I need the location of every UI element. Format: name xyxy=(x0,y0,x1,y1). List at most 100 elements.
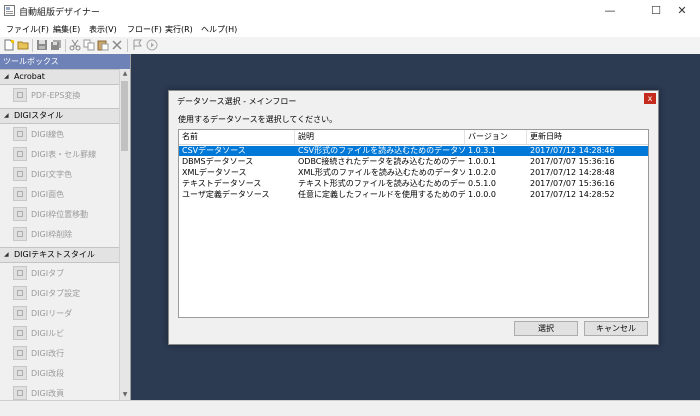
window-title: 自動組版デザイナー xyxy=(19,8,100,18)
select-button[interactable]: 選択 xyxy=(514,321,578,336)
title-bar: 自動組版デザイナー — ☐ ✕ xyxy=(0,0,700,22)
tool-digi-frame-delete[interactable]: DIGI枠削除 xyxy=(0,225,119,243)
tool-digi-leader[interactable]: DIGIリーダ xyxy=(0,304,119,322)
run-icon[interactable] xyxy=(146,39,158,51)
tool-digi-ruby[interactable]: DIGIルビ xyxy=(0,324,119,342)
cell-name: XMLデータソース xyxy=(182,168,247,177)
tool-digi-column-break[interactable]: DIGI改段 xyxy=(0,364,119,382)
scroll-up-arrow-icon[interactable]: ▲ xyxy=(121,70,129,78)
cell-version: 1.0.3.1 xyxy=(468,146,496,155)
status-bar xyxy=(0,400,700,416)
tool-label: DIGIタブ xyxy=(31,269,65,278)
app-icon xyxy=(4,5,15,16)
list-row-text[interactable]: テキストデータソース テキスト形式のファイルを読み込むためのデータ... 0.5… xyxy=(179,179,648,189)
column-header-description[interactable]: 説明 xyxy=(295,130,465,144)
tool-icon xyxy=(13,346,27,360)
toolbox-scrollbar[interactable]: ▲ ▼ xyxy=(119,69,130,400)
cell-updated: 2017/07/12 14:28:48 xyxy=(530,168,615,177)
new-file-icon[interactable] xyxy=(3,39,15,51)
menu-file[interactable]: ファイル(F) xyxy=(6,24,49,35)
category-acrobat[interactable]: ◢ Acrobat xyxy=(0,69,119,85)
tool-icon xyxy=(13,187,27,201)
tool-label: DIGIタブ設定 xyxy=(31,289,81,298)
cell-version: 1.0.0.1 xyxy=(468,157,496,166)
close-button[interactable]: ✕ xyxy=(664,0,700,22)
delete-icon[interactable] xyxy=(111,39,123,51)
tool-icon xyxy=(13,88,27,102)
tool-digi-tab[interactable]: DIGIタブ xyxy=(0,264,119,282)
tool-icon xyxy=(13,127,27,141)
menu-bar: ファイル(F) 編集(E) 表示(V) フロー(F) 実行(R) ヘルプ(H) xyxy=(0,22,700,37)
category-label: Acrobat xyxy=(14,72,45,81)
toolbar-separator xyxy=(65,39,66,52)
open-folder-icon[interactable] xyxy=(17,39,29,51)
tool-pdf-eps[interactable]: PDF-EPS変換 xyxy=(0,86,119,104)
scroll-thumb[interactable] xyxy=(121,81,128,151)
dialog-prompt: 使用するデータソースを選択してください。 xyxy=(178,115,338,124)
save-icon[interactable] xyxy=(36,39,48,51)
cut-icon[interactable] xyxy=(69,39,81,51)
tool-digi-tab-settings[interactable]: DIGIタブ設定 xyxy=(0,284,119,302)
cell-description: ODBC接続されたデータを読み込むためのデー... xyxy=(298,157,465,166)
cell-description: CSV形式のファイルを読み込むためのデータソ... xyxy=(298,146,465,155)
menu-help[interactable]: ヘルプ(H) xyxy=(201,24,237,35)
cell-name: テキストデータソース xyxy=(182,179,262,188)
column-header-name[interactable]: 名前 xyxy=(179,130,295,144)
cell-updated: 2017/07/07 15:36:16 xyxy=(530,179,615,188)
paste-icon[interactable] xyxy=(97,39,109,51)
category-digi-text-style[interactable]: ◢ DIGIテキストスタイル xyxy=(0,247,119,263)
tool-digi-line-color[interactable]: DIGI線色 xyxy=(0,125,119,143)
cell-description: テキスト形式のファイルを読み込むためのデータ... xyxy=(298,179,465,188)
tool-digi-fill-color[interactable]: DIGI面色 xyxy=(0,185,119,203)
menu-edit[interactable]: 編集(E) xyxy=(53,24,80,35)
tool-icon xyxy=(13,366,27,380)
collapse-triangle-icon: ◢ xyxy=(4,251,9,258)
tool-label: DIGI改頁 xyxy=(31,389,65,398)
copy-icon[interactable] xyxy=(83,39,95,51)
column-header-version[interactable]: バージョン xyxy=(465,130,527,144)
minimize-button[interactable]: — xyxy=(592,0,628,22)
dialog-title: データソース選択 - メインフロー xyxy=(177,97,297,106)
scroll-down-arrow-icon[interactable]: ▼ xyxy=(121,391,129,399)
tool-label: DIGIルビ xyxy=(31,329,65,338)
tool-label: DIGI線色 xyxy=(31,130,65,139)
cell-name: DBMSデータソース xyxy=(182,157,254,166)
cell-updated: 2017/07/12 14:28:46 xyxy=(530,146,615,155)
tool-digi-page-break[interactable]: DIGI改頁 xyxy=(0,384,119,400)
tool-digi-text-color[interactable]: DIGI文字色 xyxy=(0,165,119,183)
flag-icon[interactable] xyxy=(131,39,143,51)
tool-label: DIGIリーダ xyxy=(31,309,73,318)
list-row-dbms[interactable]: DBMSデータソース ODBC接続されたデータを読み込むためのデー... 1.0… xyxy=(179,157,648,167)
cell-updated: 2017/07/07 15:36:16 xyxy=(530,157,615,166)
toolbox-title: ツールボックス xyxy=(0,54,130,69)
cancel-button[interactable]: キャンセル xyxy=(584,321,648,336)
tool-icon xyxy=(13,266,27,280)
menu-flow[interactable]: フロー(F) xyxy=(127,24,162,35)
data-source-list[interactable]: 名前 説明 バージョン 更新日時 CSVデータソース CSV形式のファイルを読み… xyxy=(178,129,649,318)
menu-run[interactable]: 実行(R) xyxy=(165,24,193,35)
list-header: 名前 説明 バージョン 更新日時 xyxy=(179,130,648,145)
tool-digi-line-break[interactable]: DIGI改行 xyxy=(0,344,119,362)
menu-view[interactable]: 表示(V) xyxy=(89,24,117,35)
tool-label: DIGI枠削除 xyxy=(31,230,73,239)
dialog-close-button[interactable]: x xyxy=(644,93,656,104)
collapse-triangle-icon: ◢ xyxy=(4,73,9,80)
tool-label: PDF-EPS変換 xyxy=(31,91,81,100)
cell-name: CSVデータソース xyxy=(182,146,246,155)
save-all-icon[interactable] xyxy=(50,39,62,51)
cell-version: 1.0.0.0 xyxy=(468,190,496,199)
cell-version: 1.0.2.0 xyxy=(468,168,496,177)
category-digi-style[interactable]: ◢ DIGIスタイル xyxy=(0,108,119,124)
toolbar-separator xyxy=(127,39,128,52)
column-header-updated[interactable]: 更新日時 xyxy=(527,130,648,144)
list-row-csv[interactable]: CSVデータソース CSV形式のファイルを読み込むためのデータソ... 1.0.… xyxy=(179,146,648,156)
tool-label: DIGI枠位置移動 xyxy=(31,210,89,219)
tool-digi-frame-move[interactable]: DIGI枠位置移動 xyxy=(0,205,119,223)
tool-digi-table-border[interactable]: DIGI表・セル罫線 xyxy=(0,145,119,163)
tool-icon xyxy=(13,386,27,400)
category-label: DIGIスタイル xyxy=(14,111,64,120)
list-row-xml[interactable]: XMLデータソース XML形式のファイルを読み込むためのデータソ... 1.0.… xyxy=(179,168,648,178)
tool-label: DIGI表・セル罫線 xyxy=(31,150,97,159)
list-row-user-defined[interactable]: ユーザ定義データソース 任意に定義したフィールドを使用するためのデ... 1.0… xyxy=(179,190,648,200)
toolbox-panel: ツールボックス ◢ Acrobat PDF-EPS変換 ◢ DIGIスタイル D… xyxy=(0,54,131,400)
